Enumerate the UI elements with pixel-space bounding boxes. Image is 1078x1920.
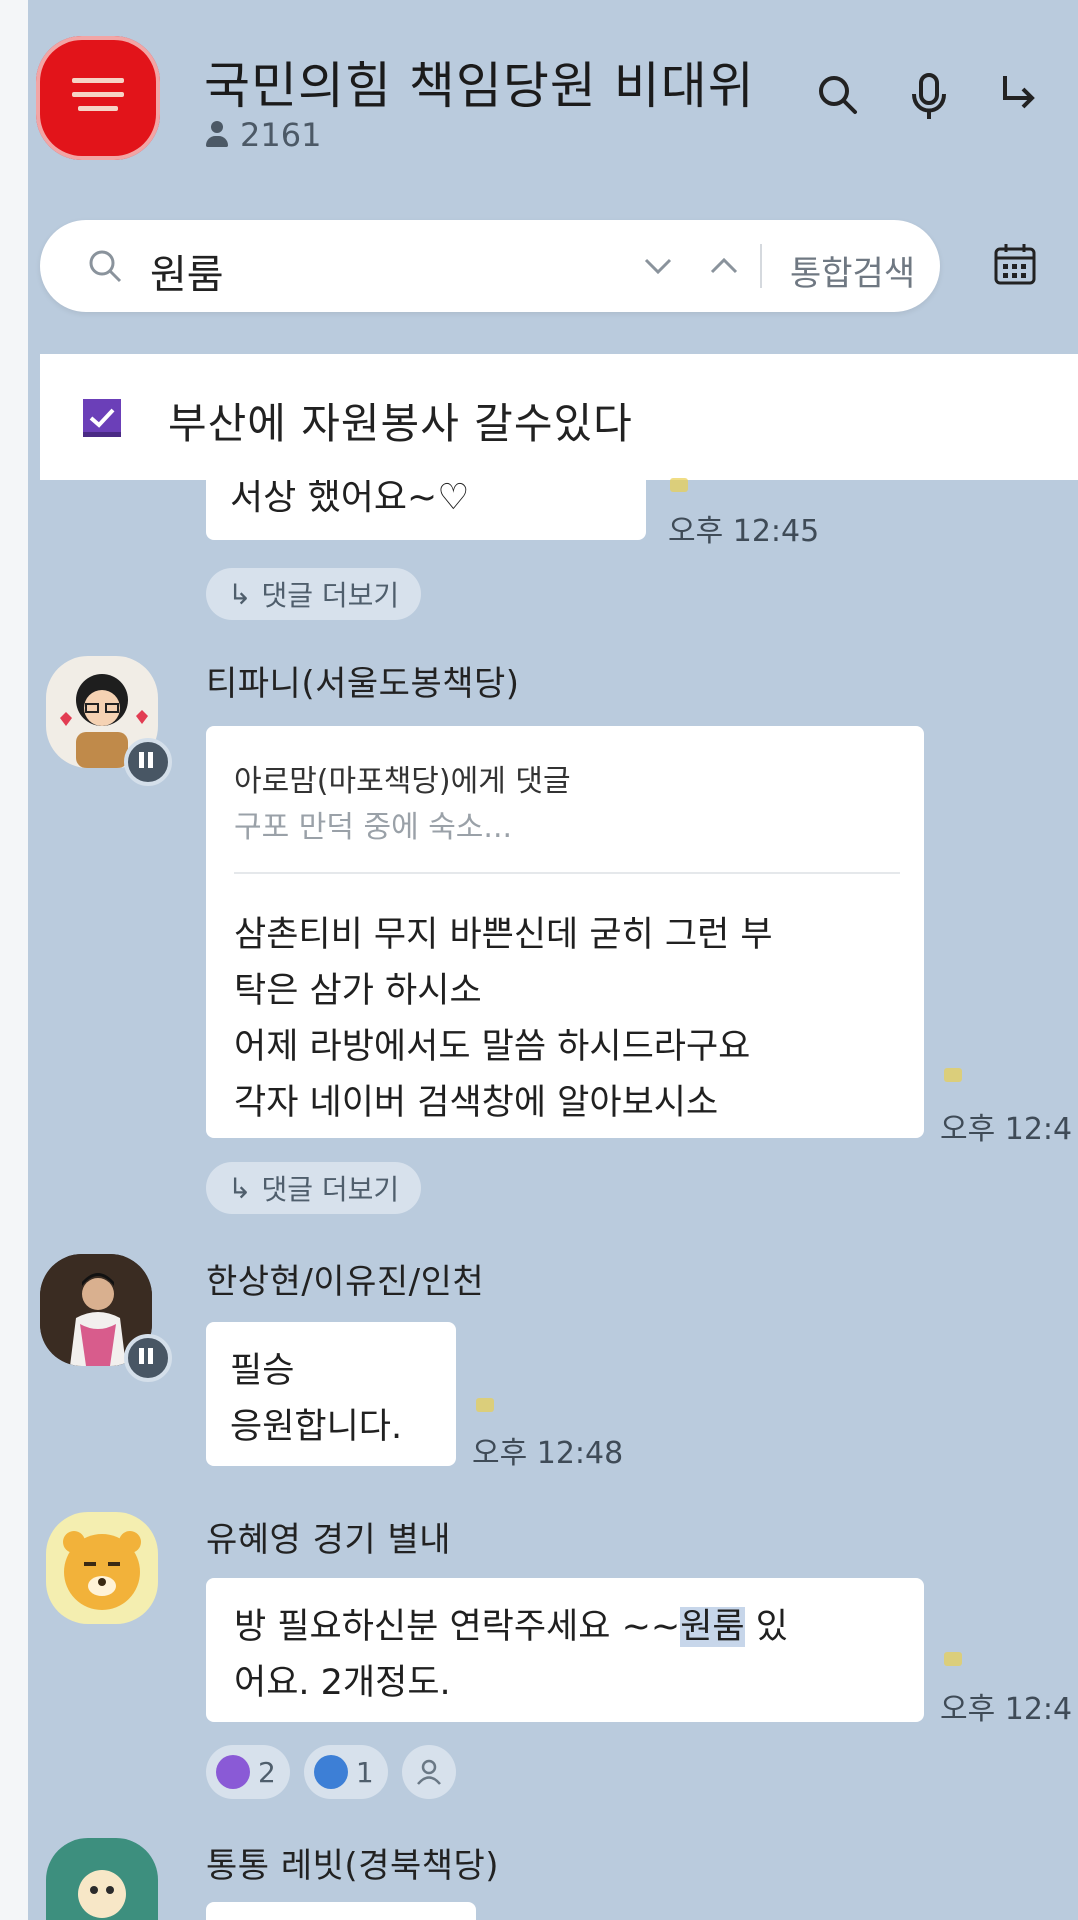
- sender-name: 한상현/이유진/인천: [206, 1262, 485, 1302]
- room-title: 국민의힘 책임당원 비대위: [204, 57, 755, 115]
- unread-indicator: [670, 478, 688, 492]
- chevron-up-icon[interactable]: [706, 248, 742, 288]
- check-icon: [313, 1755, 348, 1789]
- message-bubble[interactable]: 아로맘(마포책당)에게 댓글 구포 만덕 중에 숙소... 삼촌티비 무지 바쁜…: [206, 726, 924, 1138]
- sender-name: 유혜영 경기 별내: [206, 1520, 452, 1560]
- message-line: 방 필요하신분 연락주세요 ~~원룸 있: [234, 1598, 788, 1649]
- reply-arrow-icon: ↳: [228, 1171, 252, 1205]
- message-line: 응원합니다.: [230, 1407, 403, 1447]
- unread-indicator: [944, 1068, 962, 1082]
- reply-more-label: 댓글 더보기: [261, 579, 400, 612]
- like-reaction[interactable]: 2: [206, 1745, 290, 1799]
- message-line: 탁은 삼가 하시소: [234, 971, 482, 1011]
- search-highlight: 원룸: [680, 1607, 745, 1647]
- message-bubble[interactable]: 서상 했어요~♡: [206, 480, 646, 540]
- thumbs-up-icon: [216, 1755, 250, 1789]
- person-icon: [204, 121, 230, 149]
- sender-name: 통통 레빗(경북책당): [206, 1846, 500, 1886]
- window-edge: [0, 0, 28, 1920]
- search-input[interactable]: 원룸: [150, 242, 224, 300]
- message-bubble[interactable]: [206, 1902, 476, 1920]
- message-line: 각자 네이버 검색창에 알아보시소: [234, 1083, 719, 1123]
- header-actions: [815, 72, 1039, 122]
- member-count-value: 2161: [240, 116, 322, 154]
- notice-banner[interactable]: 부산에 자원봉사 갈수있다: [40, 354, 1078, 480]
- avatar[interactable]: [46, 1512, 158, 1624]
- reply-more-label: 댓글 더보기: [261, 1173, 400, 1206]
- unread-indicator: [476, 1398, 494, 1412]
- reply-arrow-icon[interactable]: [999, 72, 1039, 122]
- person-icon: [416, 1759, 441, 1785]
- profile-badge-icon: [124, 738, 172, 786]
- reply-more-button[interactable]: ↳ 댓글 더보기: [206, 1162, 422, 1214]
- room-profile-icon[interactable]: [36, 36, 160, 160]
- search-icon: [86, 247, 124, 289]
- message-time: 오후 12:4: [940, 1692, 1073, 1727]
- message-line: 어제 라방에서도 말씀 하시드라구요: [234, 1027, 751, 1067]
- message-bubble[interactable]: 방 필요하신분 연락주세요 ~~원룸 있 어요. 2개정도.: [206, 1578, 924, 1722]
- reaction-bar: 2 1: [206, 1745, 456, 1799]
- reply-target: 아로맘(마포책당)에게 댓글: [234, 764, 571, 799]
- notice-text: 부산에 자원봉사 갈수있다: [168, 399, 633, 448]
- message-bubble[interactable]: 필승 응원합니다.: [206, 1322, 456, 1466]
- integrated-search-button[interactable]: 통합검색: [790, 246, 915, 295]
- sender-name: 티파니(서울도봉책당): [206, 664, 520, 704]
- chevron-down-icon[interactable]: [640, 248, 676, 288]
- message-line: 삼촌티비 무지 바쁜신데 굳히 그런 부: [234, 915, 773, 955]
- message-search-bar: 원룸 통합검색: [40, 220, 940, 312]
- avatar[interactable]: [46, 1838, 158, 1920]
- calendar-icon[interactable]: [990, 240, 1040, 294]
- quoted-text: 구포 만덕 중에 숙소...: [234, 810, 513, 845]
- message-time: 오후 12:48: [472, 1436, 624, 1471]
- unread-indicator: [944, 1652, 962, 1666]
- message-text-part: 있: [744, 1607, 788, 1647]
- microphone-icon[interactable]: [909, 72, 949, 122]
- profile-badge-icon: [124, 1334, 172, 1382]
- member-count[interactable]: 2161: [204, 116, 321, 154]
- result-navigation: [640, 248, 742, 288]
- message-time: 오후 12:4: [940, 1112, 1073, 1147]
- divider: [234, 872, 900, 874]
- reaction-members-button[interactable]: [401, 1745, 456, 1799]
- reply-arrow-icon: ↳: [228, 577, 252, 611]
- check-reaction[interactable]: 1: [303, 1745, 388, 1799]
- message-line: 어요. 2개정도.: [234, 1663, 451, 1703]
- message-line: 필승: [230, 1351, 295, 1391]
- search-icon[interactable]: [815, 72, 859, 122]
- message-text-part: 방 필요하신분 연락주세요 ~~: [234, 1607, 681, 1647]
- message-time: 오후 12:45: [668, 514, 820, 549]
- message-text: 서상 했어요~♡: [230, 480, 470, 518]
- check-count: 1: [355, 1755, 374, 1789]
- divider: [760, 244, 762, 288]
- like-count: 2: [258, 1755, 276, 1789]
- reply-more-button[interactable]: ↳ 댓글 더보기: [206, 568, 422, 620]
- notice-icon: [80, 396, 124, 444]
